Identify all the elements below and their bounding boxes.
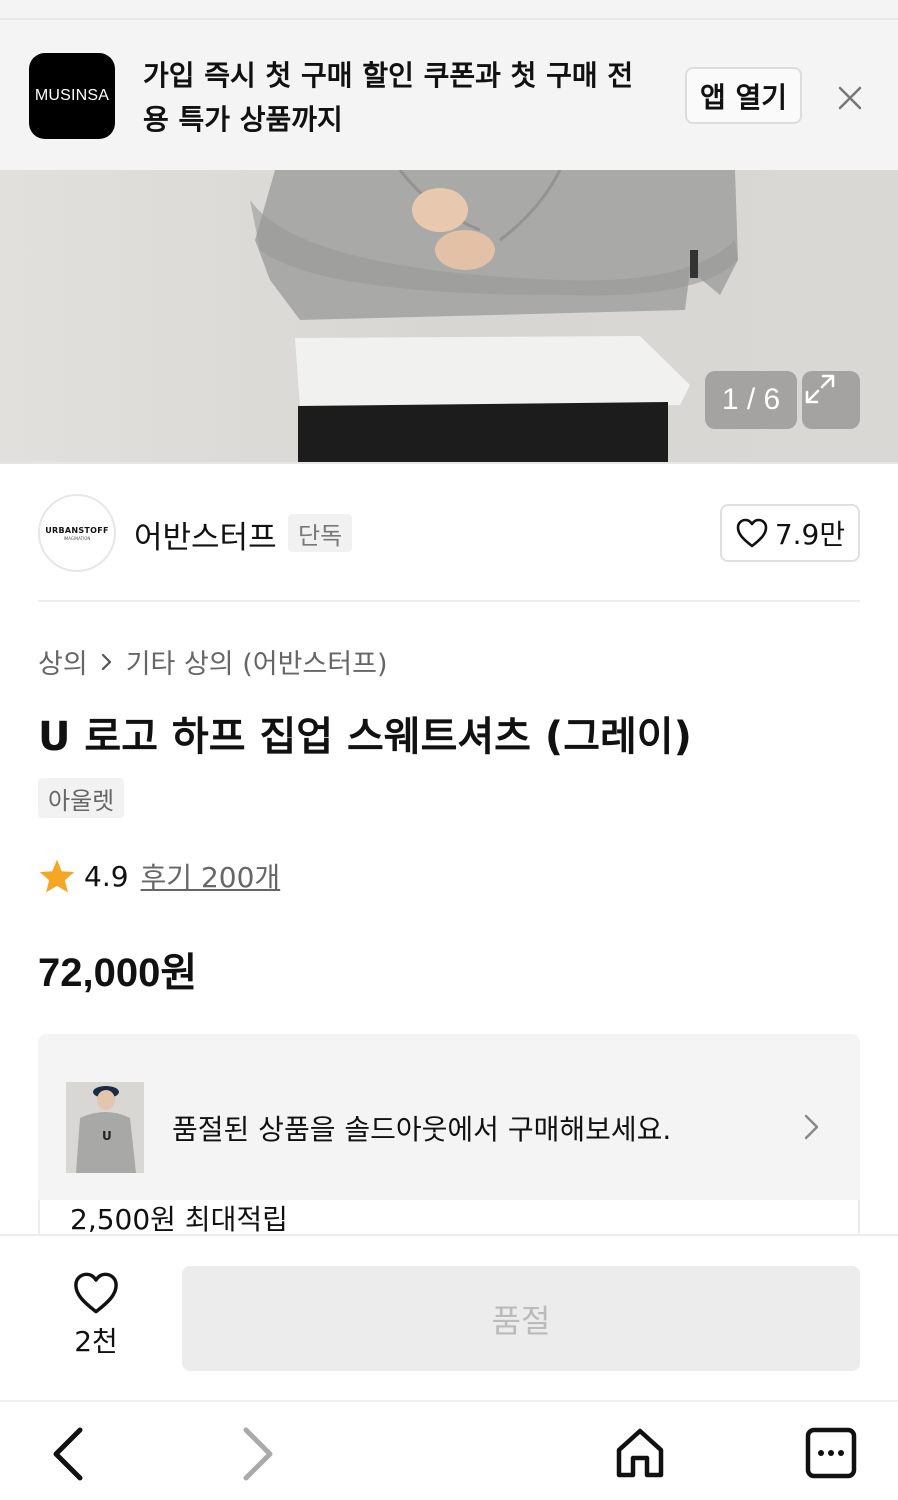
banner-message: 가입 즉시 첫 구매 할인 쿠폰과 첫 구매 전용 특가 상품까지 [143, 59, 634, 136]
wishlist-button[interactable]: 2천 [60, 1270, 132, 1360]
soldout-button[interactable]: 품절 [182, 1266, 860, 1371]
rating-score: 4.9 [84, 859, 129, 893]
brand-like-count: 7.9만 [774, 518, 846, 551]
close-icon[interactable] [830, 78, 870, 118]
max-points: 2,500원 최대적립 [70, 1203, 288, 1236]
image-counter: 1 / 6 [705, 371, 797, 429]
brand-logo-subtext: IMAGINATION [63, 535, 91, 541]
expand-icon[interactable] [802, 371, 860, 429]
brand-row: URBANSTOFF IMAGINATION 어반스터프 단독 7.9만 [38, 494, 860, 572]
open-app-button[interactable]: 앱 열기 [685, 67, 802, 124]
brand-logo[interactable]: URBANSTOFF IMAGINATION [38, 494, 116, 572]
back-icon[interactable] [48, 1426, 88, 1486]
review-link[interactable]: 후기 200개 [141, 856, 281, 896]
heart-icon [74, 1272, 118, 1314]
status-strip [0, 0, 898, 20]
purchase-action-bar: 2천 품절 [0, 1234, 898, 1400]
breadcrumb-item[interactable]: 상의 [38, 642, 88, 681]
brand-like-button[interactable]: 7.9만 [720, 504, 860, 562]
brand-name[interactable]: 어반스터프 [134, 512, 277, 557]
chevron-right-icon [800, 1112, 822, 1146]
product-image-carousel[interactable]: 1 / 6 [0, 170, 898, 464]
star-icon [39, 859, 75, 893]
musinsa-logo: MUSINSA [29, 53, 115, 139]
chevron-right-icon [100, 651, 114, 673]
more-icon[interactable] [804, 1426, 858, 1484]
product-price: 72,000원 [38, 951, 198, 995]
breadcrumb-item[interactable]: 기타 상의 (어반스터프) [126, 642, 388, 681]
rating-row: 4.9 후기 200개 [38, 856, 280, 896]
points-row: 2,500원 최대적립 [38, 1200, 860, 1236]
forward-icon[interactable] [238, 1426, 278, 1486]
brand-logo-text: URBANSTOFF [45, 525, 109, 535]
divider [38, 600, 860, 602]
soldout-message: 품절된 상품을 솔드아웃에서 구매해보세요. [172, 1113, 672, 1146]
soldout-thumbnail: U [66, 1082, 144, 1173]
svg-text:U: U [102, 1129, 112, 1143]
exclusive-badge: 단독 [288, 514, 353, 552]
breadcrumb: 상의 기타 상의 (어반스터프) [38, 642, 387, 681]
app-install-banner: MUSINSA 가입 즉시 첫 구매 할인 쿠폰과 첫 구매 전용 특가 상품까… [0, 20, 898, 170]
heart-icon [736, 518, 768, 548]
home-icon[interactable] [614, 1426, 666, 1484]
product-title: U 로고 하프 집업 스웨트셔츠 (그레이) [38, 714, 692, 760]
browser-nav-bar [0, 1400, 898, 1500]
outlet-badge: 아울렛 [38, 778, 125, 818]
wishlist-count: 2천 [74, 1325, 118, 1358]
soldout-promo-card[interactable]: U 품절된 상품을 솔드아웃에서 구매해보세요. [38, 1034, 860, 1200]
